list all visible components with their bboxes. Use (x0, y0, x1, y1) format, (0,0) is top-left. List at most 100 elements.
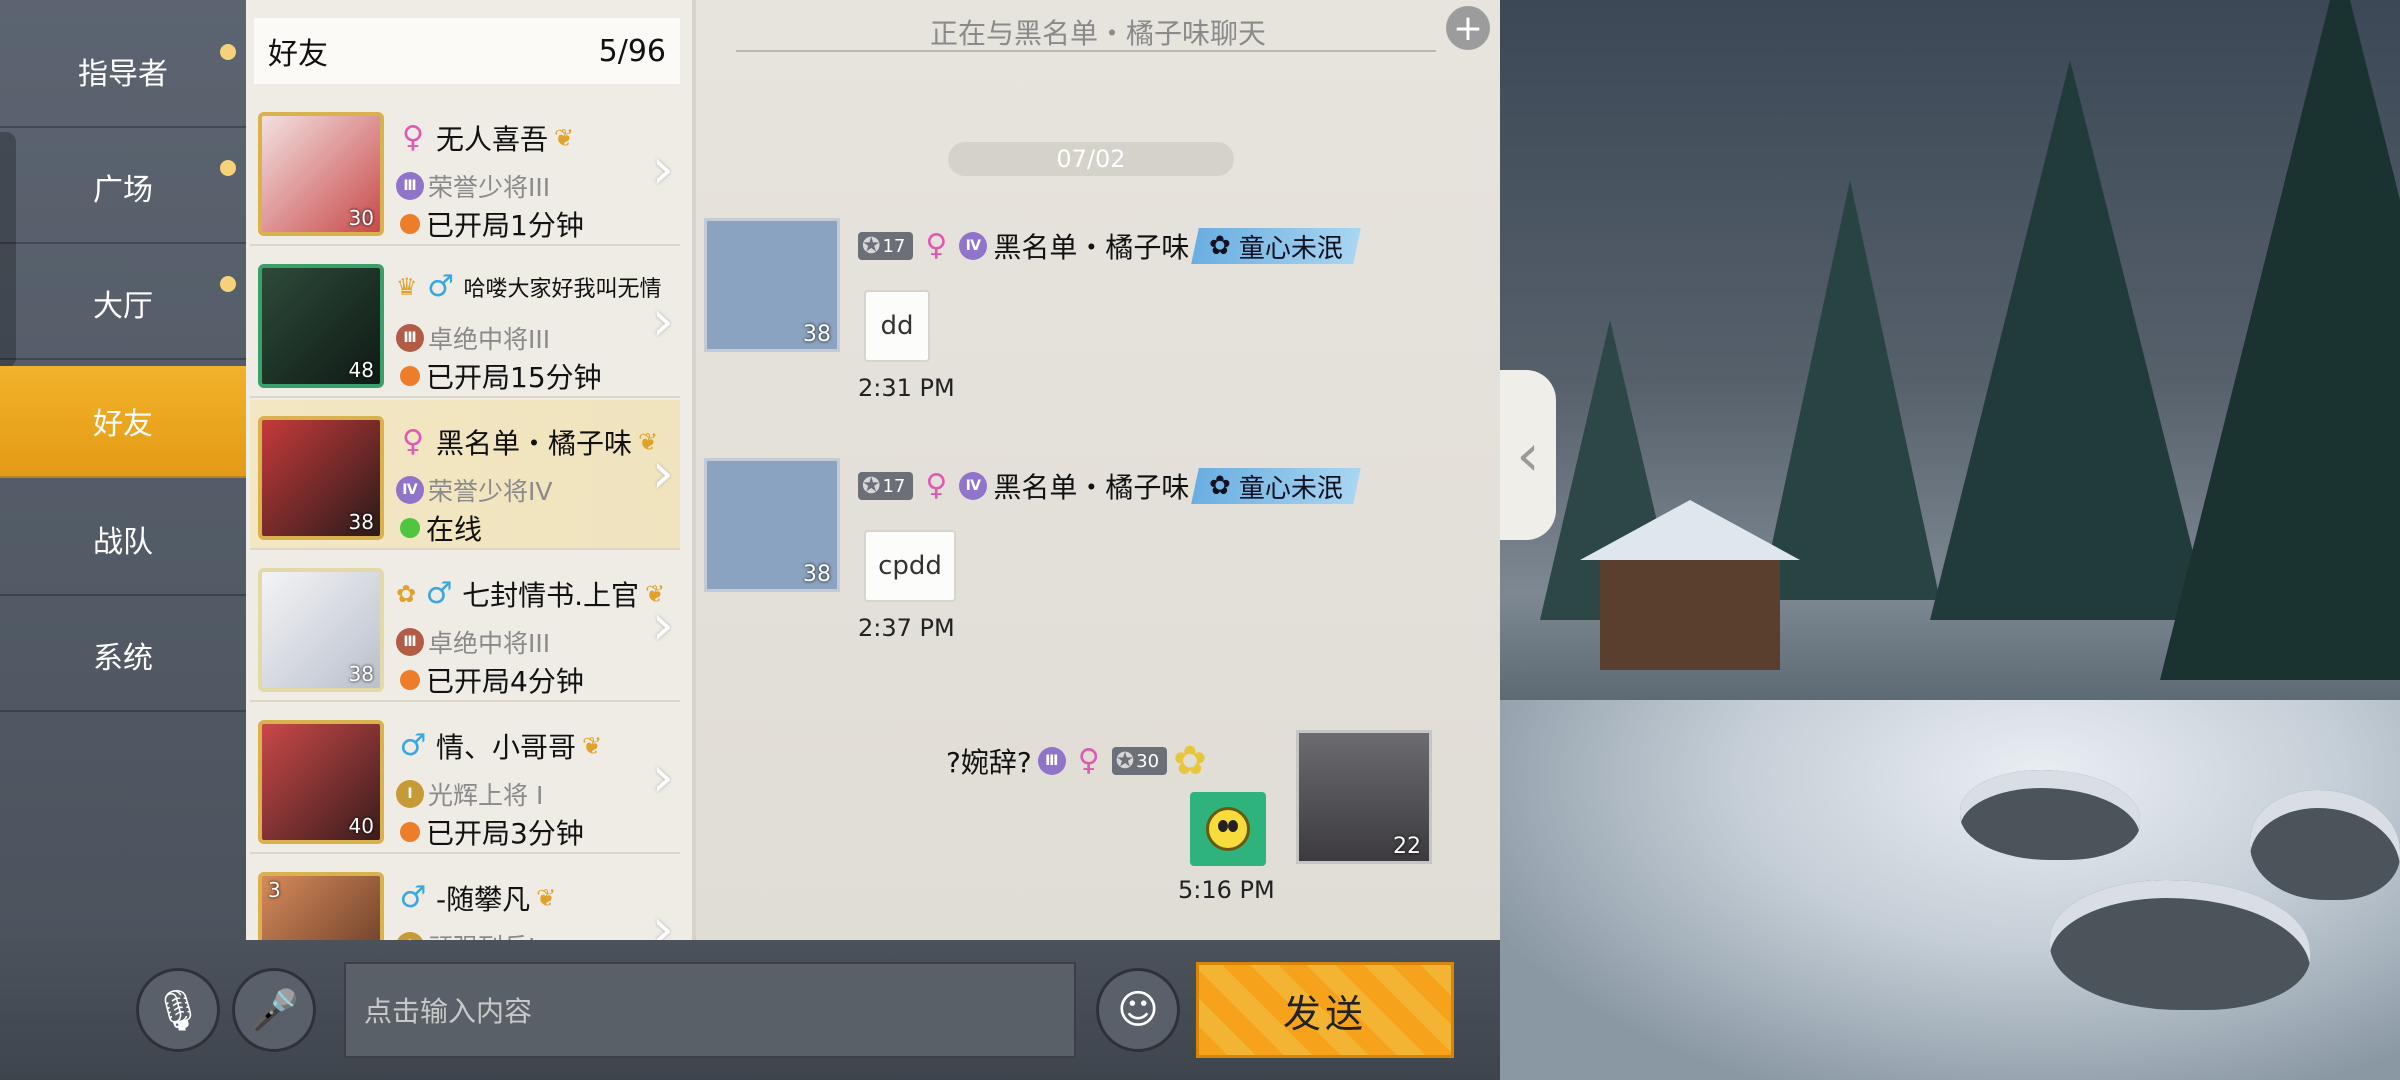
online-status-dot (400, 518, 420, 538)
chat-panel: 正在与黑名单・橘子味聊天 + 07/02 38 ✪ 17 ♀ Ⅳ 黑名单・橘子味 … (696, 0, 1500, 940)
avatar-level: 48 (348, 358, 374, 382)
male-icon: ♂ (399, 880, 427, 915)
friend-status-row: 已开局15分钟 (400, 356, 602, 396)
nav-item-label: 系统 (93, 641, 153, 676)
friends-title: 好友 (268, 37, 328, 72)
title-tag-label: 童心未泯 (1239, 233, 1344, 264)
collapse-panel-button[interactable]: ‹ (1500, 370, 1556, 540)
title-tag: ✿ 童心未泯 (1191, 228, 1361, 264)
message-input-placeholder: 点击输入内容 (364, 995, 533, 1028)
nav-item-lobby[interactable]: 大厅 (0, 248, 246, 360)
message-time: 2:31 PM (858, 374, 955, 402)
friend-rank: 卓绝中将III (428, 629, 551, 658)
friend-rank-row: Ⅰ 顽强列兵I (396, 928, 535, 940)
friend-status: 已开局1分钟 (426, 209, 584, 242)
nav-item-plaza[interactable]: 广场 (0, 132, 246, 244)
pine-tree (2160, 0, 2400, 680)
plus-icon[interactable]: + (1446, 6, 1490, 50)
friend-name-row: ♀ 无人喜吾 ❦ (396, 118, 574, 158)
chevron-right-icon[interactable]: › (652, 598, 674, 654)
level-badge: ✪ 17 (858, 232, 914, 260)
friend-name-row: ✿ ♂ 七封情书.上官 ❦ (396, 574, 665, 614)
snow-ground (1500, 700, 2400, 1080)
rank-icon: Ⅳ (959, 232, 988, 260)
friend-row[interactable]: 40 ♂ 情、小哥哥 ❦ Ⅰ 光辉上将 I 已开局3分钟 › (250, 704, 680, 854)
chat-input-bar: 🎙 🎤 点击输入内容 ☺ 发送 (0, 940, 1500, 1080)
chevron-right-icon[interactable]: › (652, 902, 674, 941)
rank-icon: Ⅲ (396, 172, 424, 200)
wings-icon: ❦ (536, 884, 557, 912)
wings-icon: ❦ (554, 124, 575, 152)
notification-dot (220, 44, 236, 60)
sender-name: 黑名单・橘子味 (993, 231, 1190, 264)
rank-icon: Ⅳ (396, 476, 424, 504)
chevron-right-icon[interactable]: › (652, 294, 674, 350)
friend-row[interactable]: 30 ♀ 无人喜吾 ❦ Ⅲ 荣誉少将III 已开局1分钟 › (250, 96, 680, 246)
message-time: 5:16 PM (1178, 876, 1275, 904)
level-badge-value: 30 (1136, 750, 1160, 772)
friend-status: 在线 (426, 513, 483, 546)
avatar-level: 38 (348, 510, 374, 534)
avatar-level: 40 (348, 814, 374, 838)
flower-icon: ✿ (1173, 738, 1207, 784)
avatar-level: 30 (348, 206, 374, 230)
friends-header: 好友 5/96 (254, 18, 680, 84)
in-game-status-dot (400, 214, 420, 234)
nav-item-label: 广场 (93, 173, 153, 208)
level-badge: ✪ 17 (858, 472, 914, 500)
friend-status-row: 已开局1分钟 (400, 204, 584, 244)
avatar-level: 3 (268, 878, 281, 902)
message-header: ✪ 17 ♀ Ⅳ 黑名单・橘子味 ✿ 童心未泯 (858, 466, 1361, 506)
chevron-right-icon[interactable]: › (652, 142, 674, 198)
friend-name: 哈喽大家好我叫无情 (463, 277, 662, 302)
friend-row[interactable]: 48 ♛ ♂ 哈喽大家好我叫无情 Ⅲ 卓绝中将III 已开局15分钟 › (250, 248, 680, 398)
notification-dot (220, 276, 236, 292)
friend-rank-row: Ⅲ 荣誉少将III (396, 168, 550, 204)
female-icon: ♀ (925, 228, 948, 263)
avatar: 48 (258, 264, 384, 388)
side-nav: 指导者 广场 大厅 好友 战队 系统 (0, 0, 246, 940)
rank-icon: Ⅲ (396, 628, 424, 656)
friend-row[interactable]: 3 ♂ -随攀凡 ❦ Ⅰ 顽强列兵I › (250, 856, 680, 940)
chevron-right-icon[interactable]: › (652, 750, 674, 806)
avatar-level: 38 (348, 662, 374, 686)
message-input[interactable]: 点击输入内容 (344, 962, 1076, 1058)
level-badge-value: 17 (882, 475, 906, 497)
friend-name: 黑名单・橘子味 (436, 427, 633, 460)
voice-to-text-button[interactable]: 🎙 (136, 968, 220, 1052)
avatar: 38 (258, 416, 384, 540)
friend-name-row: ♂ 情、小哥哥 ❦ (396, 726, 603, 766)
avatar-level: 38 (803, 322, 831, 347)
emoji-button[interactable]: ☺ (1096, 968, 1180, 1052)
emoji-message (1190, 792, 1266, 866)
title-tag: ✿ 童心未泯 (1191, 468, 1361, 504)
friend-rank-row: Ⅲ 卓绝中将III (396, 624, 550, 660)
send-button[interactable]: 发送 (1196, 962, 1454, 1058)
friend-row-selected[interactable]: 38 ♀ 黑名单・橘子味 ❦ Ⅳ 荣誉少将IV 在线 › (250, 400, 680, 550)
rank-icon: Ⅳ (959, 472, 988, 500)
flower-icon: ✿ (1209, 471, 1232, 501)
friends-count: 5/96 (598, 33, 666, 69)
voice-message-button[interactable]: 🎤 (232, 968, 316, 1052)
divider (736, 50, 1436, 52)
avatar[interactable]: 38 (704, 458, 840, 592)
friend-rank: 光辉上将 I (428, 781, 544, 810)
in-game-status-dot (400, 670, 420, 690)
avatar: 40 (258, 720, 384, 844)
nav-item-friends[interactable]: 好友 (0, 366, 246, 478)
date-separator: 07/02 (948, 142, 1234, 176)
avatar: 30 (258, 112, 384, 236)
nav-item-system[interactable]: 系统 (0, 600, 246, 712)
friend-rank-row: Ⅳ 荣誉少将IV (396, 472, 552, 508)
chevron-right-icon[interactable]: › (652, 446, 674, 502)
rank-icon: Ⅲ (396, 324, 424, 352)
message-time: 2:37 PM (858, 614, 955, 642)
avatar[interactable]: 38 (704, 218, 840, 352)
avatar: 38 (258, 568, 384, 692)
nav-item-mentor[interactable]: 指导者 (0, 16, 246, 128)
nav-item-label: 好友 (93, 407, 153, 442)
nav-item-team[interactable]: 战队 (0, 484, 246, 596)
friend-row[interactable]: 38 ✿ ♂ 七封情书.上官 ❦ Ⅲ 卓绝中将III 已开局4分钟 › (250, 552, 680, 702)
self-avatar[interactable]: 22 (1296, 730, 1432, 864)
star-icon: ✪ (1115, 748, 1135, 774)
